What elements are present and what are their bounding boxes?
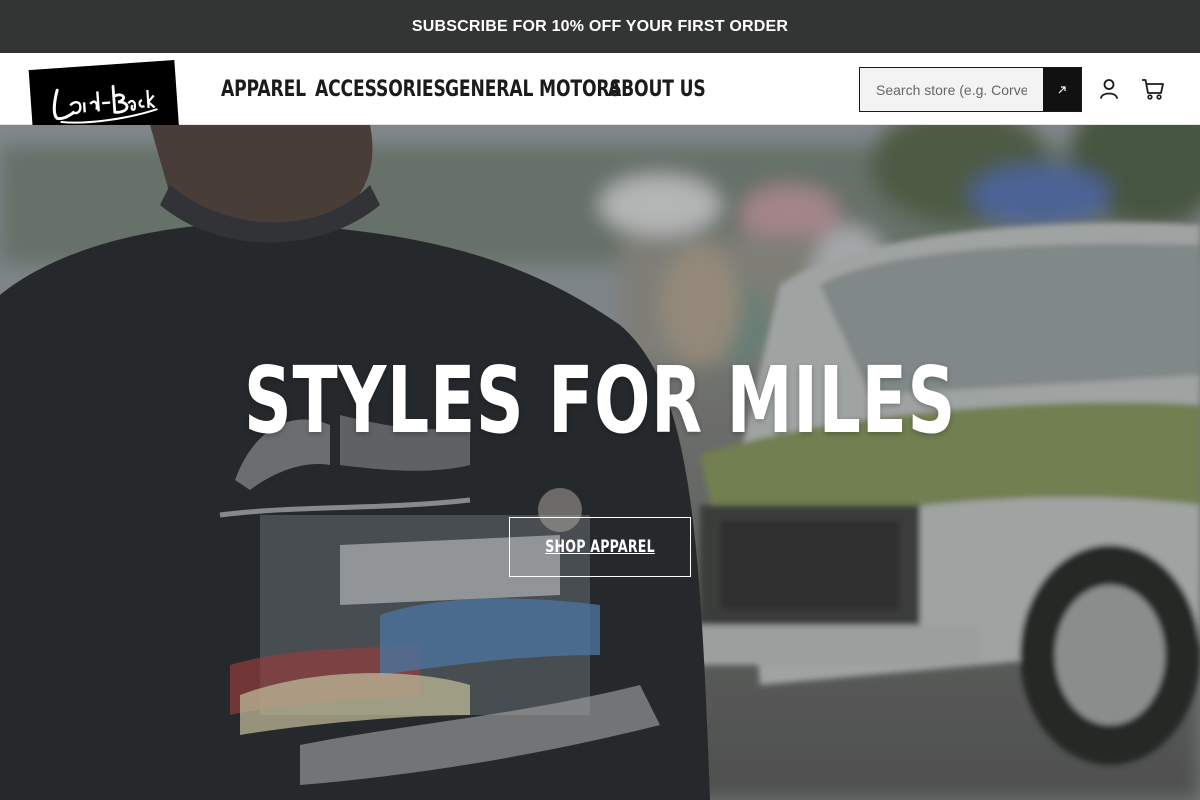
laid-back-logo-icon <box>52 84 158 124</box>
user-icon <box>1100 79 1118 99</box>
search-input[interactable] <box>860 68 1043 111</box>
shop-apparel-button[interactable]: SHOP APPAREL <box>509 517 691 577</box>
nav-about-us[interactable]: ABOUT US <box>608 77 706 102</box>
hero-banner: STYLES FOR MILES SHOP APPAREL <box>0 125 1200 800</box>
hero-title: STYLES FOR MILES <box>244 347 956 454</box>
nav-accessories[interactable]: ACCESSORIES <box>315 77 446 102</box>
hero-overlay <box>0 125 1200 800</box>
announcement-bar: SUBSCRIBE FOR 10% OFF YOUR FIRST ORDER <box>0 0 1200 53</box>
account-button[interactable] <box>1097 77 1121 101</box>
search-submit-button[interactable] <box>1043 68 1081 111</box>
announcement-link[interactable]: SUBSCRIBE FOR 10% OFF YOUR FIRST ORDER <box>412 18 788 36</box>
search-form <box>859 67 1082 112</box>
cart-button[interactable] <box>1141 77 1165 101</box>
site-header: APPAREL ACCESSORIES GENERAL MOTORS ABOUT… <box>0 53 1200 143</box>
nav-apparel[interactable]: APPAREL <box>221 77 306 102</box>
main-nav: APPAREL ACCESSORIES GENERAL MOTORS ABOUT… <box>221 53 708 125</box>
shop-apparel-label: SHOP APPAREL <box>545 537 655 557</box>
arrow-up-right-icon <box>1058 85 1066 93</box>
nav-general-motors[interactable]: GENERAL MOTORS <box>445 77 622 102</box>
cart-icon <box>1142 79 1164 100</box>
